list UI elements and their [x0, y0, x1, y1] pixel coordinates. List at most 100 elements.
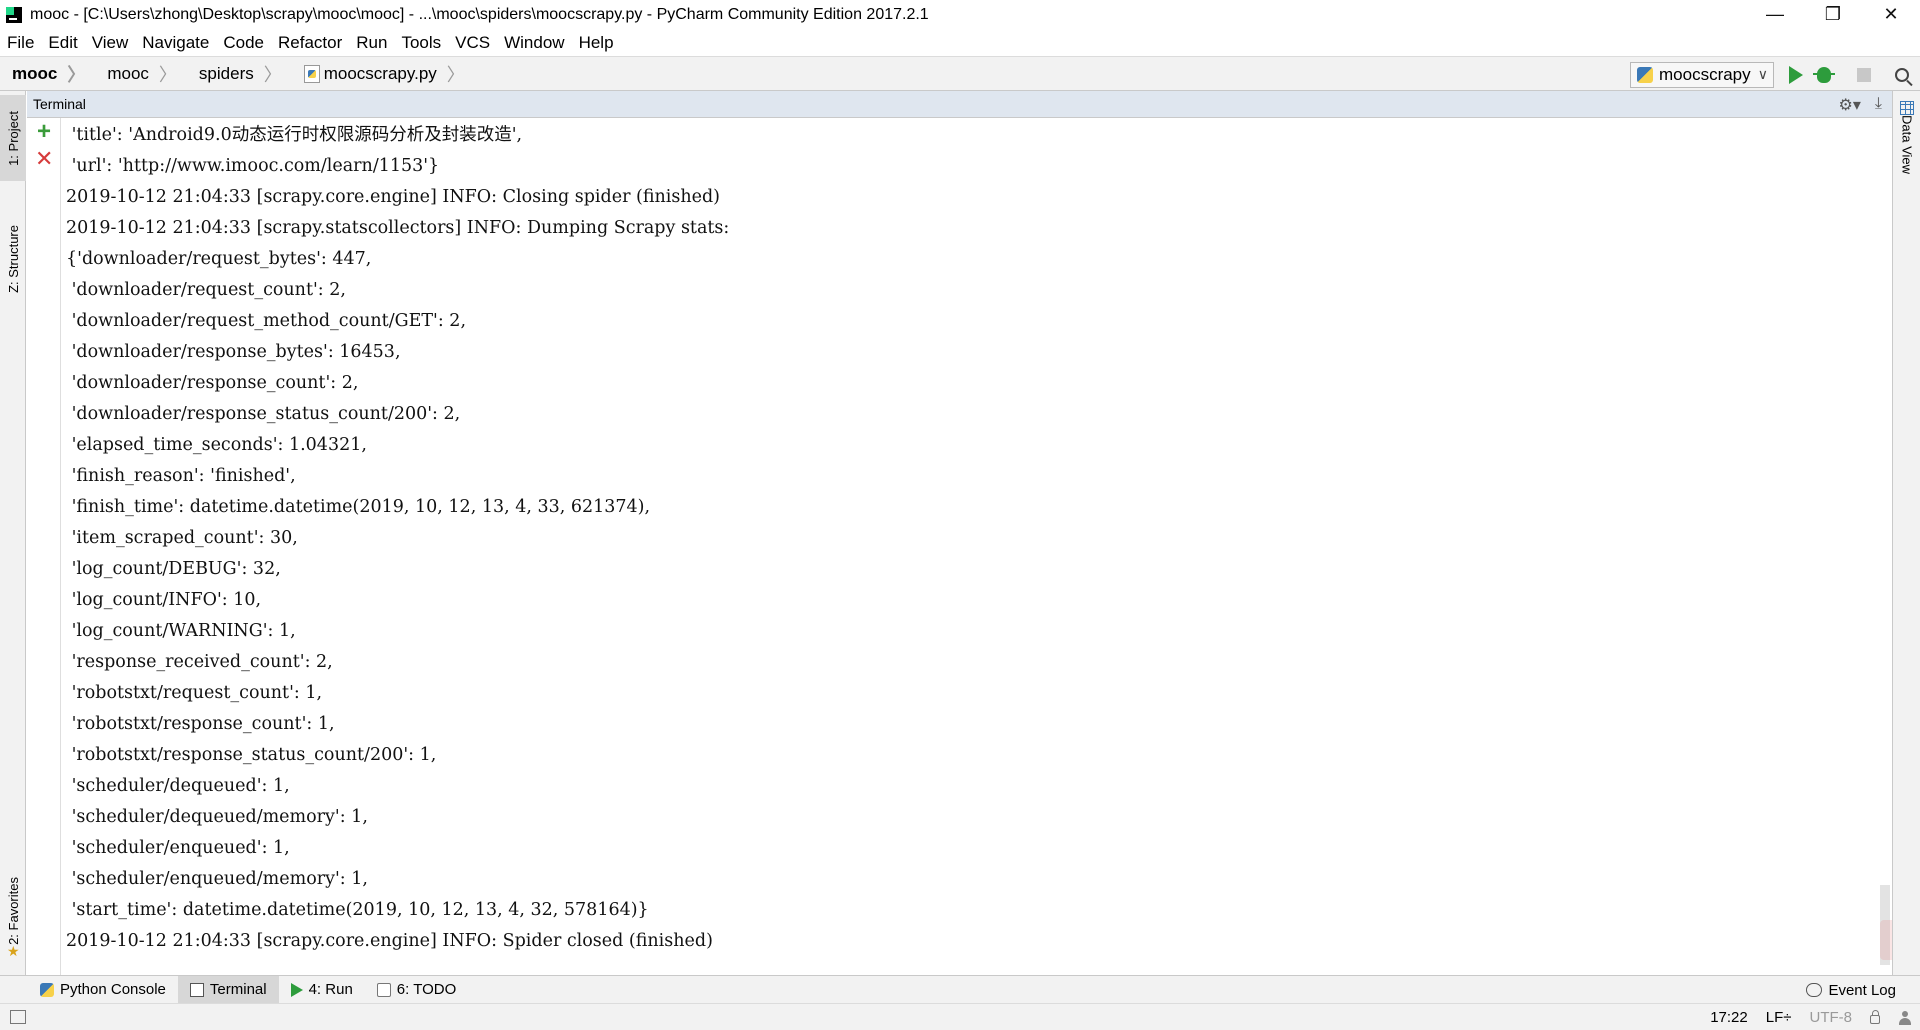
terminal-line: 'downloader/request_method_count/GET': 2…	[66, 311, 467, 331]
breadcrumb-folder-mooc[interactable]: mooc 〉	[95, 56, 187, 91]
terminal-line: 'elapsed_time_seconds': 1.04321,	[66, 435, 367, 455]
breadcrumb-folder-spiders[interactable]: spiders 〉	[187, 56, 292, 91]
tab-label: Python Console	[60, 981, 166, 998]
tab-python-console[interactable]: Python Console	[28, 976, 178, 1004]
toggle-tool-windows-icon[interactable]	[10, 1010, 26, 1024]
terminal-line: 'scheduler/dequeued': 1,	[66, 776, 290, 796]
caret-position[interactable]: 17:22	[1710, 1009, 1748, 1026]
menu-help[interactable]: Help	[572, 29, 621, 56]
breadcrumb-file[interactable]: moocscrapy.py 〉	[292, 56, 475, 91]
file-encoding[interactable]: UTF-8	[1810, 1009, 1853, 1026]
run-configuration-select[interactable]: moocscrapy ∨	[1630, 62, 1774, 88]
terminal-line: 'scheduler/enqueued': 1,	[66, 838, 290, 858]
run-button[interactable]	[1784, 63, 1808, 87]
terminal-header: Terminal ⚙▾ ⤓	[27, 91, 1892, 118]
terminal-line: 'log_count/INFO': 10,	[66, 590, 262, 610]
terminal-line: 'url': 'http://www.imooc.com/learn/1153'…	[66, 156, 440, 176]
menu-refactor[interactable]: Refactor	[271, 29, 349, 56]
run-configuration-label: moocscrapy	[1659, 65, 1751, 84]
menu-window[interactable]: Window	[497, 29, 571, 56]
debug-button[interactable]	[1812, 63, 1836, 87]
tool-tab-label: Data View	[1899, 115, 1915, 175]
menu-view[interactable]: View	[85, 29, 136, 56]
breadcrumb-label: mooc	[107, 63, 149, 83]
tool-tab-favorites[interactable]: 2: Favorites ★	[0, 861, 26, 961]
terminal-line: 'response_received_count': 2,	[66, 652, 333, 672]
new-session-plus-icon[interactable]: +	[35, 120, 53, 144]
inspector-person-icon[interactable]	[1898, 1010, 1912, 1025]
terminal-line: 'log_count/DEBUG': 32,	[66, 559, 281, 579]
terminal-line: 'finish_reason': 'finished',	[66, 466, 296, 486]
stop-button[interactable]	[1852, 63, 1876, 87]
tab-terminal[interactable]: Terminal	[177, 975, 279, 1004]
terminal-line: 'start_time': datetime.datetime(2019, 10…	[66, 900, 649, 920]
breadcrumb-label: spiders	[198, 63, 254, 83]
terminal-output[interactable]: 'title': 'Android9.0动态运行时权限源码分析及封装改造', '…	[62, 120, 1872, 975]
search-icon	[1895, 68, 1909, 82]
stop-icon	[1857, 68, 1871, 82]
terminal-line: {'downloader/request_bytes': 447,	[66, 249, 372, 269]
close-session-icon[interactable]: ✕	[35, 148, 53, 170]
tool-tab-label: 2: Favorites	[5, 877, 21, 945]
window-title: mooc - [C:\Users\zhong\Desktop\scrapy\mo…	[30, 5, 929, 23]
breadcrumb-label: mooc	[12, 63, 58, 83]
menu-navigate[interactable]: Navigate	[135, 29, 216, 56]
terminal-line: 'finish_time': datetime.datetime(2019, 1…	[66, 497, 651, 517]
breadcrumb-separator-icon: 〉	[446, 64, 465, 85]
tool-tab-project[interactable]: 1: Project	[0, 95, 26, 181]
breadcrumb-separator-icon: 〉	[158, 64, 177, 85]
terminal-line: 2019-10-12 21:04:33 [scrapy.core.engine]…	[66, 187, 721, 207]
python-icon	[1637, 67, 1653, 83]
minimize-button[interactable]: —	[1746, 0, 1804, 29]
event-log-button[interactable]: Event Log	[1806, 976, 1896, 1004]
terminal-scrollbar[interactable]	[1878, 118, 1892, 975]
terminal-line: 'robotstxt/request_count': 1,	[66, 683, 323, 703]
menu-code[interactable]: Code	[216, 29, 271, 56]
search-everywhere-button[interactable]	[1890, 63, 1914, 87]
status-bar: 17:22 LF÷ UTF-8	[0, 1003, 1920, 1030]
terminal-line: 'item_scraped_count': 30,	[66, 528, 298, 548]
breadcrumb-project[interactable]: mooc 〉	[0, 56, 95, 91]
breadcrumb-separator-icon: 〉	[67, 64, 86, 85]
tool-tab-label: 1: Project	[5, 110, 21, 166]
terminal-line: 'downloader/response_bytes': 16453,	[66, 342, 401, 362]
menu-tools[interactable]: Tools	[394, 29, 448, 56]
tab-run[interactable]: 4: Run	[279, 976, 365, 1004]
python-icon	[40, 982, 54, 997]
hide-panel-icon[interactable]: ⤓	[1875, 95, 1882, 115]
terminal-title: Terminal	[33, 96, 86, 112]
todo-icon	[376, 982, 391, 997]
menu-vcs[interactable]: VCS	[448, 29, 497, 56]
menu-bar: File Edit View Navigate Code Refactor Ru…	[0, 29, 1920, 56]
status-bar-widgets: 17:22 LF÷ UTF-8	[1710, 1004, 1912, 1030]
pycharm-logo-icon	[6, 6, 22, 23]
terminal-icon	[189, 982, 204, 997]
tool-tab-data-view[interactable]: Data View	[1893, 97, 1920, 187]
menu-edit[interactable]: Edit	[41, 29, 84, 56]
lock-icon[interactable]	[1870, 1010, 1880, 1024]
play-icon	[290, 982, 303, 997]
navigation-bar: mooc 〉 mooc 〉 spiders 〉 moocscrapy.py 〉 …	[0, 56, 1920, 91]
menu-run[interactable]: Run	[349, 29, 394, 56]
terminal-line: 'log_count/WARNING': 1,	[66, 621, 296, 641]
restore-button[interactable]: ❐	[1804, 0, 1862, 29]
tool-tab-label: Z: Structure	[5, 225, 21, 293]
line-separator[interactable]: LF÷	[1766, 1009, 1792, 1026]
tab-label: 4: Run	[308, 981, 353, 998]
terminal-line: 'robotstxt/response_status_count/200': 1…	[66, 745, 437, 765]
terminal-line: 'title': 'Android9.0动态运行时权限源码分析及封装改造',	[66, 125, 523, 145]
terminal-line: 2019-10-12 21:04:33 [scrapy.statscollect…	[66, 218, 730, 238]
terminal-line: 'scheduler/dequeued/memory': 1,	[66, 807, 368, 827]
terminal-line: 'downloader/response_count': 2,	[66, 373, 359, 393]
bug-icon	[1813, 67, 1835, 83]
gear-icon[interactable]: ⚙▾	[1839, 95, 1861, 115]
speech-bubble-icon	[1806, 983, 1823, 997]
close-window-button[interactable]: ✕	[1862, 0, 1920, 29]
window-controls: — ❐ ✕	[1746, 0, 1920, 29]
tool-tab-structure[interactable]: Z: Structure	[0, 209, 26, 309]
tab-todo[interactable]: 6: TODO	[365, 976, 468, 1004]
menu-file[interactable]: File	[0, 29, 41, 56]
right-tool-strip: Data View	[1892, 91, 1920, 975]
terminal-line: 'downloader/request_count': 2,	[66, 280, 346, 300]
tab-label: 6: TODO	[396, 981, 457, 998]
